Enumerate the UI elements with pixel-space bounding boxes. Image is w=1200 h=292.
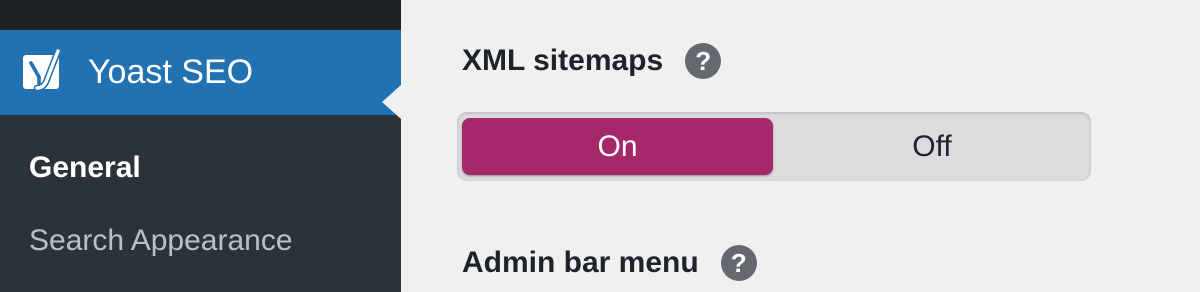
current-menu-arrow xyxy=(382,85,401,119)
help-icon[interactable]: ? xyxy=(720,245,757,281)
submenu-item-search-appearance[interactable]: Search Appearance xyxy=(29,223,293,259)
page: Yoast SEO General Search Appearance XML … xyxy=(0,0,1200,292)
xml-sitemaps-label: XML sitemaps xyxy=(462,44,664,77)
sidebar-item-label: Yoast SEO xyxy=(88,53,254,91)
toggle-option-on[interactable]: On xyxy=(462,118,773,175)
yoast-logo-icon xyxy=(23,49,62,92)
toggle-option-off[interactable]: Off xyxy=(773,118,1091,175)
admin-sidebar: Yoast SEO General Search Appearance xyxy=(0,0,401,292)
xml-sitemaps-heading: XML sitemaps ? xyxy=(462,43,722,79)
admin-bar-menu-label: Admin bar menu xyxy=(462,246,699,279)
submenu-item-general[interactable]: General xyxy=(29,150,141,186)
xml-sitemaps-toggle: On Off xyxy=(457,112,1091,181)
sidebar-item-yoast-seo[interactable]: Yoast SEO xyxy=(0,30,401,119)
admin-bar-menu-heading: Admin bar menu ? xyxy=(462,245,757,281)
help-icon[interactable]: ? xyxy=(685,43,722,79)
sidebar-top-strip xyxy=(0,0,401,30)
